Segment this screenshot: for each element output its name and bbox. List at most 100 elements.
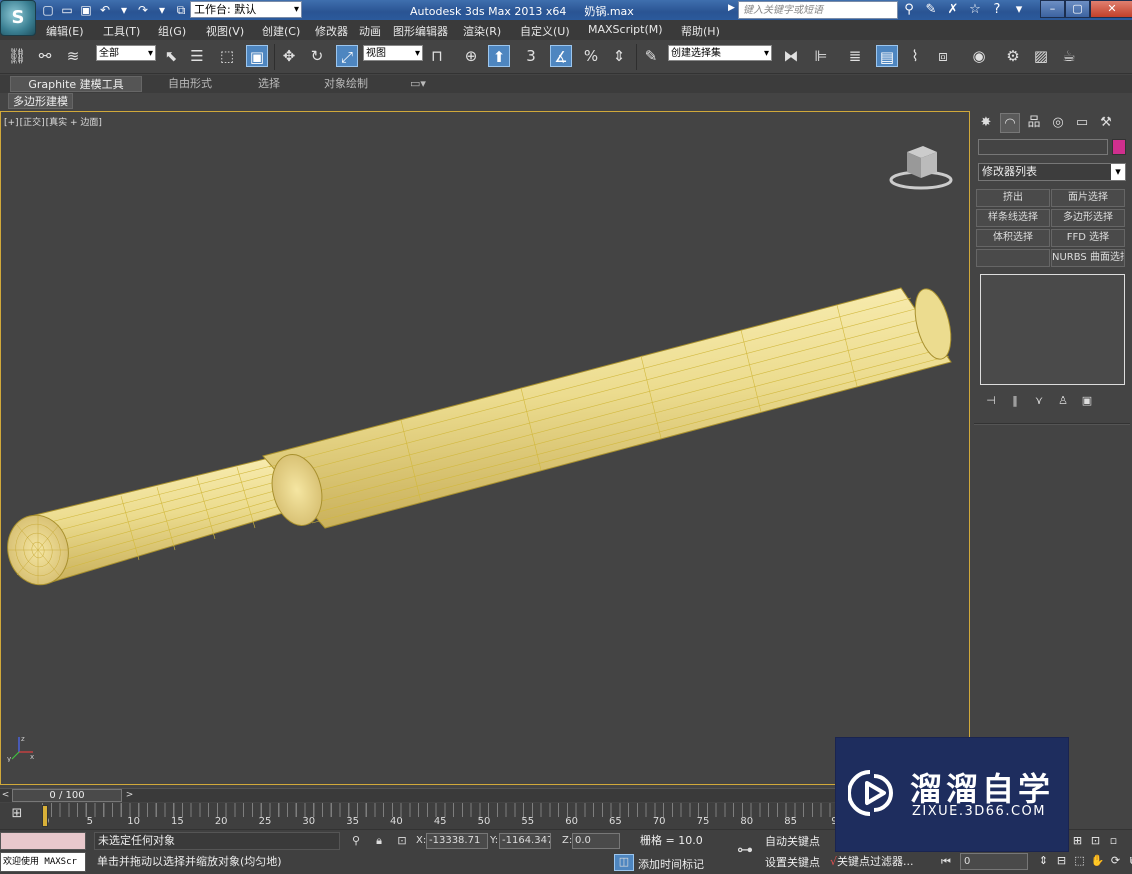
select-manipulate-icon[interactable]: ⊕ [460,45,482,67]
edit-named-selection-icon[interactable]: ✎ [640,45,662,67]
dropdown-arrow-icon[interactable]: ▾ [116,2,132,18]
angle-snap-icon[interactable]: ∡ [550,45,572,67]
close-icon[interactable]: ✕ [1090,0,1132,18]
rectangular-selection-icon[interactable]: ⬚ [216,45,238,67]
restore-icon[interactable]: ▢ [1065,0,1090,18]
search-input[interactable]: 键入关键字或短语 [738,1,898,19]
pan-handle-thin[interactable] [1,456,314,591]
move-icon[interactable]: ✥ [278,45,300,67]
material-editor-icon[interactable]: ◉ [968,45,990,67]
maximize-viewport-icon[interactable]: ▫ [1106,833,1121,848]
menu-group[interactable]: 组(G) [158,23,186,39]
create-tab-icon[interactable]: ✸ [976,113,996,133]
minimize-icon[interactable]: – [1040,0,1065,18]
dropdown-arrow-icon[interactable]: ▾ [154,2,170,18]
tab-polygon-modeling[interactable]: 多边形建模 [8,93,73,109]
favorites-star-icon[interactable]: ☆ [966,1,984,19]
layer-manager-icon[interactable]: ≣ [844,45,866,67]
set-key-button[interactable]: 设置关键点 [765,854,820,871]
search-arrow-icon[interactable]: ▶ [728,3,735,13]
time-config-icon[interactable]: ⊟ [1054,853,1069,868]
time-slider-prev-icon[interactable]: < [0,789,11,802]
menu-animation[interactable]: 动画 [359,23,381,39]
new-file-icon[interactable]: ▢ [40,2,56,18]
add-time-tag-label[interactable]: 添加时间标记 [638,856,704,872]
object-color-swatch[interactable] [1112,139,1126,155]
absolute-transform-icon[interactable]: ⊡ [394,833,410,849]
ffd-select-button[interactable]: FFD 选择 [1051,229,1125,247]
help-dropdown-icon[interactable]: ▾ [1010,1,1028,19]
undo-icon[interactable]: ↶ [97,2,113,18]
zoom-region-icon[interactable]: ⊡ [1088,833,1103,848]
tab-graphite-modeling[interactable]: Graphite 建模工具 [10,76,142,92]
save-icon[interactable]: ▣ [78,2,94,18]
modifier-stack[interactable] [980,274,1125,385]
menu-edit[interactable]: 编辑(E) [46,23,84,39]
rotate-icon[interactable]: ↻ [306,45,328,67]
menu-views[interactable]: 视图(V) [206,23,244,39]
maxscript-listener-input[interactable]: 欢迎使用 MAXScr [0,852,86,872]
open-file-icon[interactable]: ▭ [59,2,75,18]
menu-tools[interactable]: 工具(T) [103,23,140,39]
set-key-key-icon[interactable]: ⊶ [732,840,758,860]
named-selection-dropdown[interactable]: 创建选择集 [668,45,772,61]
y-coord-field[interactable]: -1164.347 [499,833,551,849]
menu-create[interactable]: 创建(C) [262,23,300,39]
bind-spacewarp-icon[interactable]: ≋ [62,45,84,67]
pin-stack-icon[interactable]: ⊣ [982,393,1000,409]
communication-icon[interactable]: ✗ [944,1,962,19]
zoom-extents-all-icon[interactable]: ⊞ [1070,833,1085,848]
motion-tab-icon[interactable]: ◎ [1048,113,1068,133]
x-coord-field[interactable]: -13338.71 [426,833,488,849]
auto-key-button[interactable]: 自动关键点 [765,833,820,850]
nurbs-surface-select-button[interactable]: NURBS 曲面选择 [1051,249,1125,267]
window-crossing-icon[interactable]: ▣ [246,45,268,67]
time-slider-next-icon[interactable]: > [124,789,135,802]
rendered-frame-window-icon[interactable]: ▨ [1030,45,1052,67]
percent-snap-icon[interactable]: % [580,45,602,67]
time-slider-handle[interactable]: 0 / 100 [12,789,122,802]
extrude-button[interactable]: 挤出 [976,189,1050,207]
current-frame-field[interactable]: 0 [960,853,1028,870]
link-icon[interactable]: ⛓ [6,45,28,67]
keyboard-shortcut-override-icon[interactable]: ⬆ [488,45,510,67]
vol-select-button[interactable]: 体积选择 [976,229,1050,247]
menu-graph-editors[interactable]: 图形编辑器 [393,23,448,39]
isolate-selection-icon[interactable]: ⚲ [348,833,364,849]
pan-view-icon[interactable]: ✋ [1090,853,1105,868]
schematic-view-icon[interactable]: ⧈ [932,45,954,67]
go-to-start-icon[interactable]: ⏮ [938,854,954,870]
pivot-center-icon[interactable]: ⊓ [426,45,448,67]
tab-freeform[interactable]: 自由形式 [162,76,218,92]
render-setup-icon[interactable]: ⚙ [1002,45,1024,67]
redo-icon[interactable]: ↷ [135,2,151,18]
menu-modifiers[interactable]: 修改器 [315,23,348,39]
align-icon[interactable]: ⊫ [810,45,832,67]
spinner-snap-icon[interactable]: ⇕ [608,45,630,67]
ribbon-options-icon[interactable]: ▭▾ [404,76,432,92]
unlink-icon[interactable]: ⚯ [34,45,56,67]
menu-maxscript[interactable]: MAXScript(M) [588,23,663,36]
add-time-tag-icon[interactable]: ◫ [614,854,634,871]
poly-select-button[interactable]: 多边形选择 [1051,209,1125,227]
modify-tab-icon[interactable]: ◠ [1000,113,1020,133]
patch-select-button[interactable]: 面片选择 [1051,189,1125,207]
hierarchy-tab-icon[interactable]: 品 [1024,113,1044,133]
viewcube-icon[interactable] [889,142,959,192]
graphite-toggle-icon[interactable]: ▤ [876,45,898,67]
tab-object-paint[interactable]: 对象绘制 [318,76,374,92]
curve-editor-icon[interactable]: ⌇ [904,45,926,67]
configure-modifier-sets-icon[interactable]: ▣ [1078,393,1096,409]
menu-help[interactable]: 帮助(H) [681,23,720,39]
empty-modifier-button[interactable] [976,249,1050,267]
modifier-list-dropdown[interactable]: 修改器列表 [978,163,1126,181]
maximize-toggle-icon[interactable]: ⧉ [1126,853,1132,868]
selection-lock-icon[interactable]: 🔒︎ [371,833,387,849]
field-of-view-icon[interactable]: ⬚ [1072,853,1087,868]
frame-spinner-icon[interactable]: ⇕ [1036,853,1051,868]
pan-handle-thick[interactable] [262,285,957,531]
menu-rendering[interactable]: 渲染(R) [463,23,501,39]
workspace-dropdown[interactable]: 工作台: 默认 [190,1,302,18]
make-unique-icon[interactable]: ⋎ [1030,393,1048,409]
time-slider[interactable]: < 0 / 100 > [0,788,835,802]
